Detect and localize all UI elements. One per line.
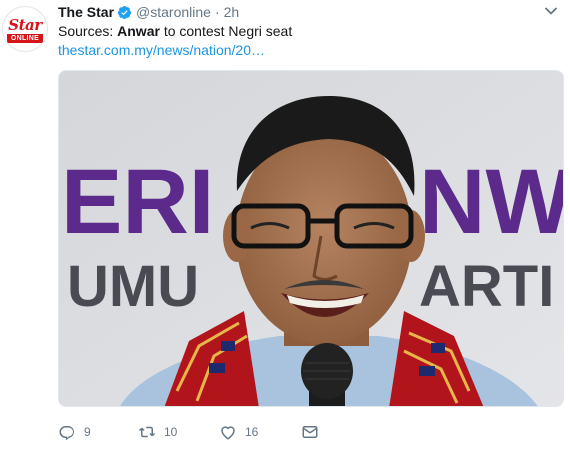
message-icon — [302, 426, 318, 438]
tweet[interactable]: Star ONLINE The Star @staronline · 2h So… — [0, 0, 570, 449]
tweet-text-part: to contest Negri seat — [159, 23, 293, 39]
like-button[interactable]: 16 — [219, 423, 301, 441]
tweet-text: Sources: Anwar to contest Negri seat — [58, 22, 292, 40]
tweet-photo[interactable]: ERI NW UMU ARTI — [58, 70, 564, 407]
banner-text: ARTI — [419, 254, 554, 319]
retweet-count: 10 — [164, 425, 178, 439]
banner-text: NW — [419, 151, 564, 253]
reply-button[interactable]: 9 — [58, 423, 138, 441]
separator: · — [214, 4, 220, 20]
avatar-brand: Star — [8, 16, 42, 34]
like-count: 16 — [245, 425, 259, 439]
like-icon — [221, 426, 235, 440]
retweet-icon — [138, 426, 156, 438]
reply-count: 9 — [84, 425, 91, 439]
reply-icon — [59, 426, 75, 441]
verified-icon — [117, 5, 132, 19]
tweet-text-bold: Anwar — [117, 23, 160, 39]
avatar-sub: ONLINE — [7, 34, 43, 43]
chevron-down-icon[interactable] — [544, 6, 558, 16]
banner-text: ERI — [61, 151, 214, 253]
tweet-link[interactable]: thestar.com.my/news/nation/20… — [58, 42, 265, 58]
retweet-button[interactable]: 10 — [138, 423, 219, 441]
avatar[interactable]: Star ONLINE — [2, 6, 48, 52]
author-handle[interactable]: @staronline — [136, 4, 211, 20]
tweet-text-part: Sources: — [58, 23, 118, 39]
tweet-actions: 9 10 16 — [58, 422, 319, 442]
tweet-header: The Star @staronline · 2h — [58, 3, 239, 21]
author-name[interactable]: The Star — [58, 4, 114, 20]
timestamp[interactable]: 2h — [224, 4, 240, 20]
banner-text: UMU — [67, 254, 199, 319]
message-button[interactable] — [301, 423, 319, 441]
